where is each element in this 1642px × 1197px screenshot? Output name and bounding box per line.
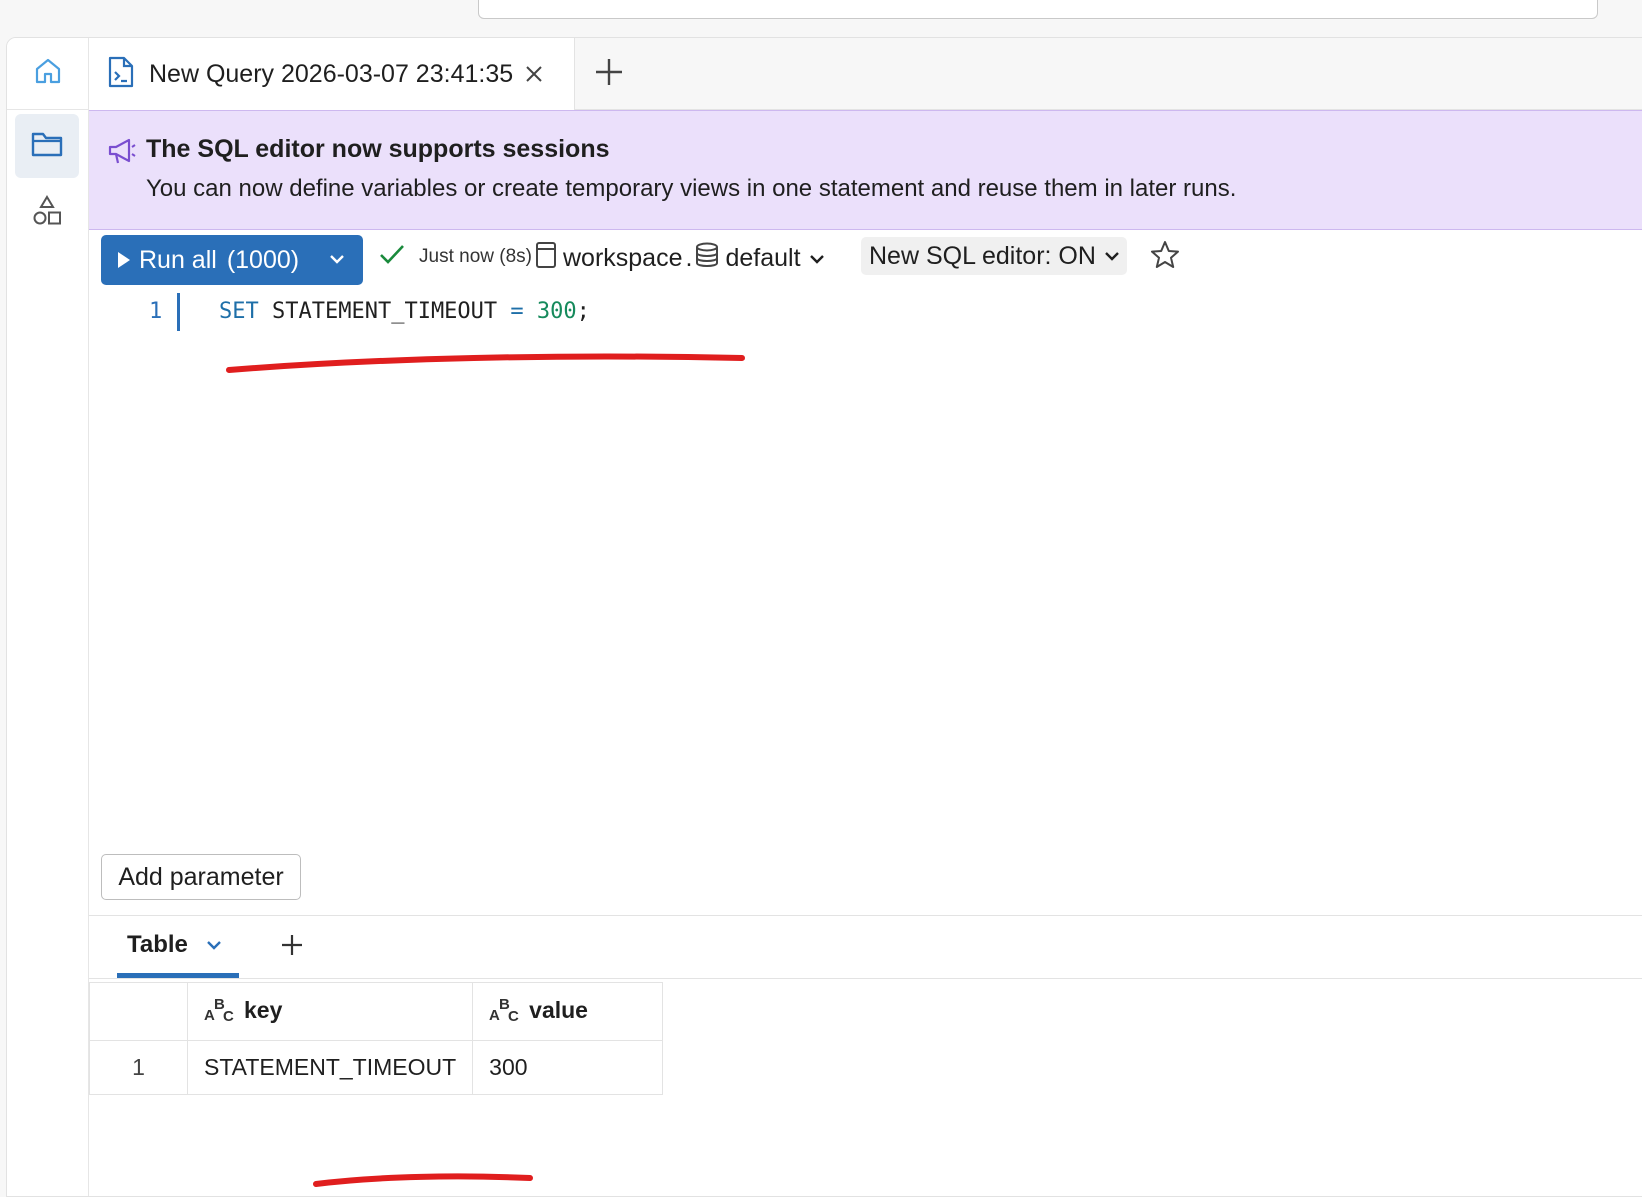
checkmark-icon bbox=[379, 243, 405, 270]
results-tabbar: Table bbox=[89, 915, 1642, 979]
cell-value[interactable]: 300 bbox=[472, 1040, 664, 1095]
banner-body: You can now define variables or create t… bbox=[146, 175, 1237, 202]
svg-text:C: C bbox=[223, 1008, 234, 1022]
add-tab-button[interactable] bbox=[589, 54, 629, 94]
code-keyword: SET bbox=[219, 299, 259, 324]
run-all-button[interactable]: Run all (1000) bbox=[101, 235, 363, 285]
home-icon bbox=[32, 55, 64, 92]
results-tab-table[interactable]: Table bbox=[117, 916, 239, 978]
schema-name: default bbox=[725, 244, 801, 272]
plus-icon bbox=[280, 933, 304, 962]
column-name: key bbox=[244, 996, 283, 1023]
column-header-value[interactable]: ABC value bbox=[472, 982, 664, 1041]
catalog-schema-selector[interactable]: workspace . default bbox=[535, 241, 825, 276]
cell-key[interactable]: STATEMENT_TIMEOUT bbox=[186, 1040, 474, 1095]
run-all-label: Run all bbox=[139, 245, 217, 274]
results-table: ABC key ABC value 1 STATEMENT_TIMEOUT 30… bbox=[89, 982, 664, 1095]
run-status: Just now (8s) bbox=[379, 243, 532, 270]
query-tab[interactable]: New Query 2026-03-07 23:41:35 bbox=[89, 38, 575, 110]
play-icon bbox=[117, 251, 131, 269]
megaphone-icon bbox=[107, 137, 137, 170]
string-type-icon: ABC bbox=[489, 996, 519, 1028]
table-row: 1 STATEMENT_TIMEOUT 300 bbox=[89, 1040, 664, 1095]
run-options-dropdown[interactable] bbox=[311, 235, 363, 285]
code-identifier: STATEMENT_TIMEOUT bbox=[272, 299, 498, 324]
rail-catalog-button[interactable] bbox=[15, 180, 79, 244]
run-limit-count: (1000) bbox=[226, 245, 300, 274]
chevron-down-icon bbox=[809, 254, 825, 264]
line-number: 1 bbox=[149, 299, 163, 324]
left-rail bbox=[7, 38, 89, 1196]
column-header-key[interactable]: ABC key bbox=[186, 982, 474, 1041]
chevron-down-icon bbox=[1104, 251, 1120, 261]
banner-title: The SQL editor now supports sessions bbox=[146, 135, 610, 163]
catalog-separator: . bbox=[685, 244, 693, 272]
database-icon bbox=[695, 242, 719, 275]
close-icon[interactable] bbox=[525, 65, 543, 83]
results-tab-label: Table bbox=[127, 930, 188, 958]
tab-title: New Query 2026-03-07 23:41:35 bbox=[149, 59, 514, 88]
sql-editor-window: New Query 2026-03-07 23:41:35 The SQL ed… bbox=[6, 37, 1642, 1197]
chevron-down-icon[interactable] bbox=[206, 940, 222, 950]
add-visualization-button[interactable] bbox=[275, 930, 309, 964]
top-search-bar[interactable] bbox=[478, 0, 1598, 19]
catalog-icon bbox=[535, 241, 557, 276]
chevron-down-icon bbox=[329, 251, 345, 269]
row-number-header bbox=[89, 982, 188, 1041]
table-header-row: ABC key ABC value bbox=[89, 982, 664, 1041]
query-tabbar: New Query 2026-03-07 23:41:35 bbox=[89, 38, 1642, 110]
favorite-star-icon[interactable] bbox=[1149, 239, 1181, 271]
code-operator: = bbox=[510, 299, 524, 324]
sql-file-icon bbox=[107, 55, 135, 94]
code-terminator: ; bbox=[576, 299, 590, 324]
code-number: 300 bbox=[536, 299, 577, 324]
catalog-name: workspace bbox=[563, 244, 683, 272]
rail-workspace-browser-button[interactable] bbox=[15, 114, 79, 178]
editor-toolbar: Run all (1000) Just now (8s) workspace . bbox=[89, 235, 1642, 289]
code-line[interactable]: SET STATEMENT_TIMEOUT = 300; bbox=[219, 299, 590, 324]
string-type-icon: ABC bbox=[204, 996, 234, 1028]
row-number: 1 bbox=[89, 1040, 188, 1095]
editor-toggle-label: New SQL editor: ON bbox=[869, 241, 1096, 270]
shapes-icon bbox=[31, 193, 63, 232]
svg-text:C: C bbox=[508, 1008, 519, 1022]
sessions-announcement-banner: The SQL editor now supports sessions You… bbox=[89, 110, 1642, 230]
run-status-text: Just now (8s) bbox=[419, 245, 532, 267]
new-sql-editor-toggle[interactable]: New SQL editor: ON bbox=[861, 237, 1127, 275]
plus-icon bbox=[594, 57, 624, 92]
add-parameter-button[interactable]: Add parameter bbox=[101, 854, 301, 900]
current-line-indicator bbox=[177, 293, 180, 331]
rail-home-button[interactable] bbox=[7, 38, 89, 110]
column-name: value bbox=[529, 996, 588, 1023]
sql-code-editor[interactable]: 1 SET STATEMENT_TIMEOUT = 300; bbox=[89, 293, 1642, 833]
folder-icon bbox=[30, 130, 64, 163]
